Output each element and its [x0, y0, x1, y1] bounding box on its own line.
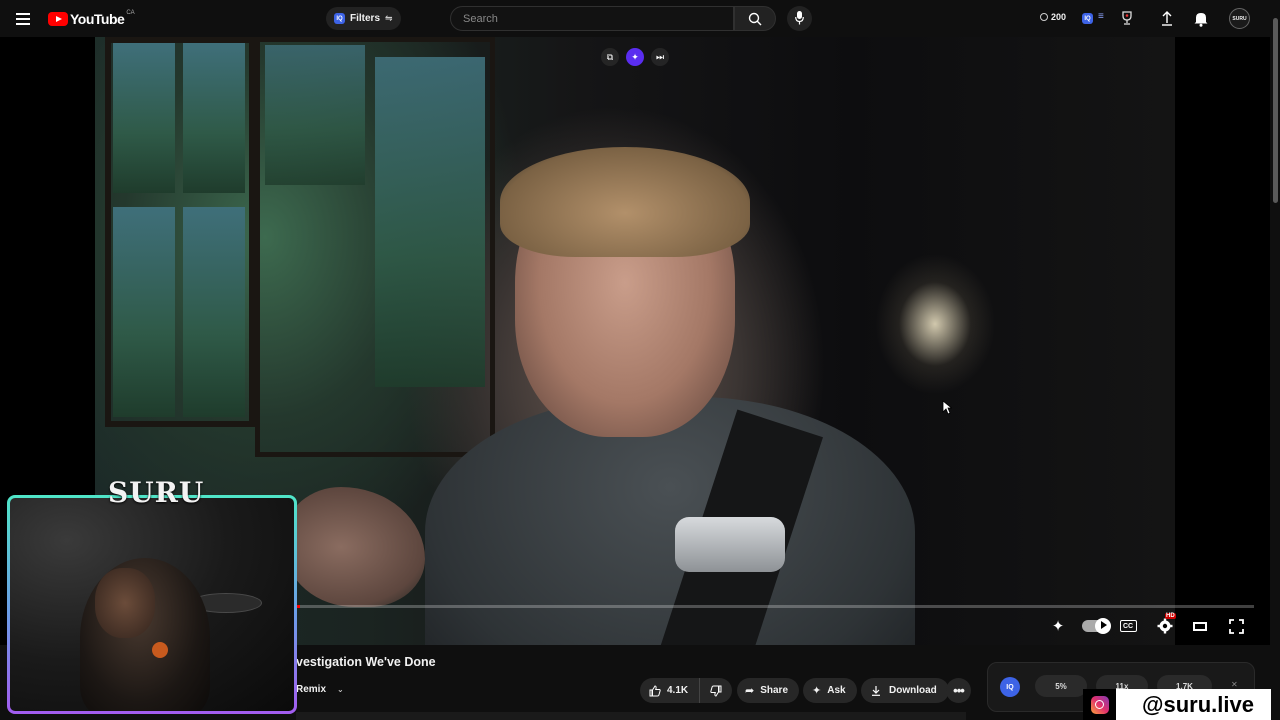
- search-button[interactable]: [734, 6, 776, 31]
- shirt-logo: [152, 642, 168, 658]
- iq-icon: IQ: [334, 13, 345, 24]
- instagram-handle-banner: @suru.live: [1083, 689, 1280, 720]
- share-arrow-icon: ➦: [745, 685, 755, 697]
- close-icon[interactable]: ✕: [1231, 680, 1238, 689]
- like-count: 4.1K: [667, 685, 689, 696]
- like-button[interactable]: 4.1K: [640, 678, 700, 703]
- download-icon: [872, 686, 880, 696]
- sparkle-icon: ✦: [812, 685, 822, 697]
- like-dislike-group: 4.1K: [640, 678, 732, 703]
- remix-label: Remix: [296, 684, 327, 695]
- progress-bar[interactable]: [296, 605, 1254, 608]
- streamer-face: [95, 568, 155, 638]
- video-title: vestigation We've Done: [296, 655, 436, 669]
- search-input[interactable]: [461, 12, 725, 26]
- closed-captions-icon: CC: [1119, 620, 1137, 632]
- hd-badge: HD: [1165, 613, 1176, 619]
- hamburger-menu-icon[interactable]: [14, 8, 34, 28]
- iq-logo-icon[interactable]: IQ: [1000, 677, 1020, 697]
- trophy-icon[interactable]: [1120, 10, 1134, 26]
- search-icon: [748, 12, 762, 26]
- instagram-icon: [1090, 695, 1109, 714]
- search-box: [450, 6, 734, 31]
- chevron-down-icon: ⌄: [337, 685, 344, 694]
- points-counter[interactable]: 200: [1040, 12, 1066, 22]
- subtitles-button[interactable]: CC: [1119, 616, 1137, 636]
- window-pane: [113, 43, 175, 193]
- microphone-icon: [795, 11, 804, 25]
- player-extension-icons: ⧉ ✦ ⏭: [601, 48, 669, 66]
- ask-button[interactable]: ✦ Ask: [803, 678, 857, 703]
- sliders-icon: ⇋: [385, 13, 393, 23]
- thumbs-up-icon: [649, 684, 661, 696]
- share-label: Share: [760, 685, 789, 696]
- ai-sparkle-button[interactable]: ✦: [1049, 616, 1067, 636]
- theater-mode-button[interactable]: [1192, 616, 1208, 636]
- more-horizontal-icon: •••: [953, 683, 965, 698]
- window-pane: [183, 207, 245, 417]
- account-avatar[interactable]: SURU: [1229, 8, 1250, 29]
- points-value: 200: [1051, 12, 1067, 22]
- camera-clip: [675, 517, 785, 572]
- webcam-overlay: [7, 495, 297, 714]
- person-hand: [285, 487, 425, 607]
- window-pane: [113, 207, 175, 417]
- settings-button[interactable]: HD: [1155, 613, 1176, 636]
- upload-icon[interactable]: [1160, 10, 1174, 26]
- skip-icon[interactable]: ⏭: [651, 48, 669, 66]
- webcam-feed: [10, 498, 294, 711]
- ask-label: Ask: [827, 685, 846, 696]
- streamer-name-label: SURU: [108, 476, 205, 509]
- remix-button[interactable]: Remix ⌄: [296, 684, 344, 695]
- window-pane: [375, 57, 485, 387]
- gear-icon: [1157, 618, 1173, 634]
- sparkle-icon: ✦: [1051, 618, 1065, 635]
- download-button[interactable]: Download: [861, 678, 949, 703]
- instagram-handle: @suru.live: [1116, 689, 1280, 720]
- instagram-icon-box: [1083, 689, 1116, 720]
- voice-search-button[interactable]: [787, 6, 812, 31]
- share-button[interactable]: ➦ Share: [737, 678, 800, 703]
- copy-icon[interactable]: ⧉: [601, 48, 619, 66]
- autoplay-toggle-icon: [1082, 618, 1111, 634]
- logo-text: YouTube: [70, 11, 125, 27]
- scrollbar-thumb[interactable]: [1273, 18, 1278, 203]
- thumbs-down-icon: [710, 685, 722, 697]
- youtube-play-logo-icon: [48, 12, 68, 26]
- description-preview: [296, 712, 966, 720]
- window-pane: [265, 45, 365, 185]
- youtube-logo[interactable]: YouTube CA: [48, 10, 135, 28]
- download-label: Download: [889, 685, 937, 696]
- more-actions-button[interactable]: •••: [946, 678, 971, 703]
- theater-mode-icon: [1193, 621, 1207, 631]
- mouse-cursor-icon: [942, 400, 952, 415]
- masthead: YouTube CA IQ Filters ⇋ 200 IQ ≡: [0, 0, 1280, 37]
- iq-stat-percent: 5%: [1035, 675, 1087, 697]
- page-scrollbar[interactable]: [1271, 0, 1280, 720]
- logo-region: CA: [126, 10, 135, 16]
- filters-label: Filters: [350, 13, 381, 24]
- clock-icon: [1040, 13, 1048, 21]
- fullscreen-icon: [1228, 618, 1244, 634]
- autoplay-toggle[interactable]: [1080, 616, 1111, 636]
- filters-button[interactable]: IQ Filters ⇋: [326, 7, 401, 30]
- iq-extension-icon[interactable]: IQ: [1082, 13, 1093, 24]
- sparkle-icon[interactable]: ✦: [626, 48, 644, 66]
- list-icon[interactable]: ≡: [1098, 11, 1104, 22]
- fullscreen-button[interactable]: [1228, 616, 1244, 636]
- window-pane: [183, 43, 245, 193]
- notifications-bell-icon[interactable]: [1193, 10, 1209, 27]
- person-hair: [500, 147, 750, 257]
- dislike-button[interactable]: [700, 685, 732, 697]
